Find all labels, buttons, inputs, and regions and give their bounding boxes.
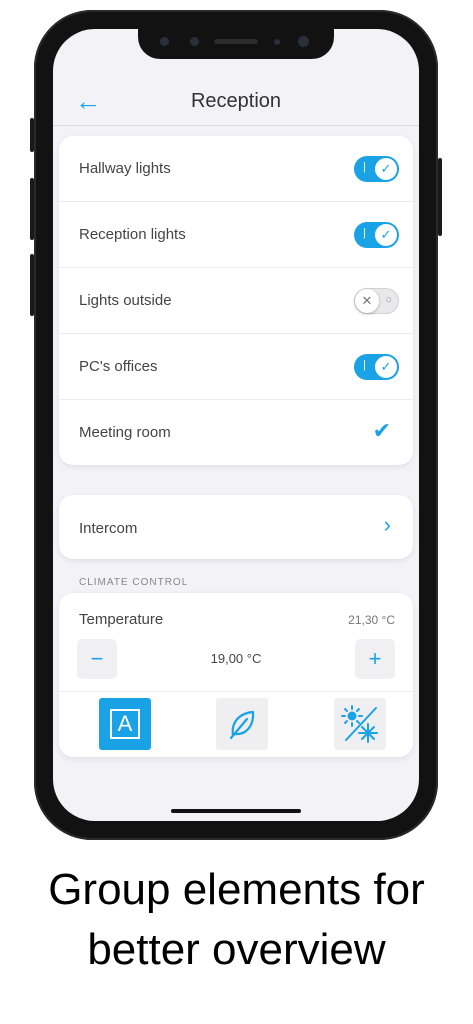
list-item[interactable]: Meeting room ✔ — [59, 400, 413, 465]
lights-outside-toggle[interactable]: ○ ✕ — [354, 288, 399, 314]
check-icon: ✓ — [374, 223, 398, 247]
list-item[interactable]: Hallway lights | ✓ — [59, 136, 413, 202]
sensor-icon — [190, 37, 199, 46]
marketing-caption: Group elements for better overview — [0, 860, 473, 980]
on-mark-icon: | — [363, 161, 366, 173]
on-mark-icon: | — [363, 359, 366, 371]
sensor-icon — [160, 37, 169, 46]
leaf-icon — [229, 710, 255, 740]
list-item[interactable]: PC's offices | ✓ — [59, 334, 413, 400]
home-indicator — [171, 809, 301, 813]
nav-header: ← Reception — [53, 84, 419, 126]
auto-mode-icon: A — [110, 709, 140, 739]
power-button — [438, 158, 442, 236]
climate-card: Temperature 21,30 °C − 19,00 °C + A — [59, 593, 413, 757]
row-label: Reception lights — [79, 226, 186, 243]
checkmark-icon[interactable]: ✔ — [373, 418, 391, 444]
row-label: PC's offices — [79, 358, 158, 375]
page-title: Reception — [190, 90, 282, 112]
caption-line: better overview — [87, 925, 386, 974]
notch — [138, 29, 334, 59]
speaker-grille — [214, 39, 258, 44]
hallway-lights-toggle[interactable]: | ✓ — [354, 156, 399, 182]
auto-mode-button[interactable]: A — [99, 698, 151, 750]
increase-button[interactable]: + — [355, 639, 395, 679]
sensor-icon — [274, 39, 280, 45]
chevron-right-icon: › — [383, 512, 391, 537]
lights-card: Hallway lights | ✓ Reception lights | ✓ … — [59, 136, 413, 465]
current-temperature: 21,30 °C — [348, 613, 395, 627]
eco-mode-button[interactable] — [216, 698, 268, 750]
section-header: CLIMATE CONTROL — [79, 577, 189, 588]
silent-switch — [30, 118, 34, 152]
divider — [59, 691, 413, 692]
list-item[interactable]: Lights outside ○ ✕ — [59, 268, 413, 334]
header-divider — [53, 125, 419, 126]
list-item[interactable]: Reception lights | ✓ — [59, 202, 413, 268]
off-mark-icon: ○ — [385, 294, 392, 306]
row-label: Lights outside — [79, 292, 172, 309]
close-icon: ✕ — [355, 289, 379, 313]
front-camera-icon — [298, 36, 309, 47]
reception-lights-toggle[interactable]: | ✓ — [354, 222, 399, 248]
on-mark-icon: | — [363, 227, 366, 239]
check-icon: ✓ — [374, 355, 398, 379]
volume-down-button — [30, 254, 34, 316]
intercom-label: Intercom — [79, 520, 138, 537]
phone-frame: ← Reception Hallway lights | ✓ Reception… — [30, 10, 442, 840]
intercom-card[interactable]: Intercom › — [59, 495, 413, 559]
caption-line: Group elements for — [48, 865, 425, 914]
sun-snowflake-icon — [341, 705, 378, 743]
volume-up-button — [30, 178, 34, 240]
temperature-label: Temperature — [79, 611, 164, 628]
row-label: Meeting room — [79, 424, 171, 441]
pc-offices-toggle[interactable]: | ✓ — [354, 354, 399, 380]
app-screen: ← Reception Hallway lights | ✓ Reception… — [53, 29, 419, 821]
heat-cool-mode-button[interactable] — [334, 698, 386, 750]
row-label: Hallway lights — [79, 160, 171, 177]
check-icon: ✓ — [374, 157, 398, 181]
